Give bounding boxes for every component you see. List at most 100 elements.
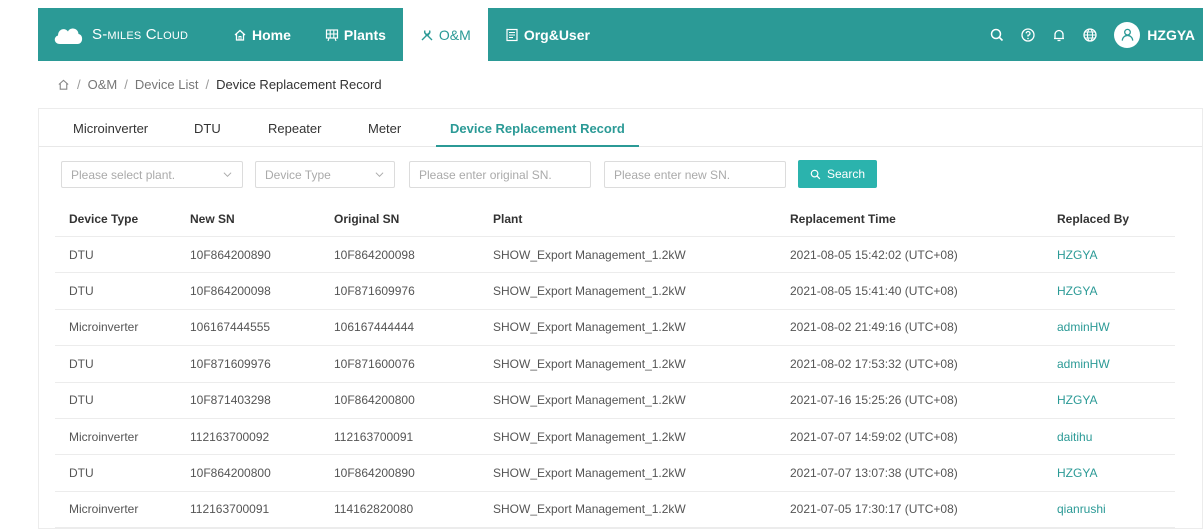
- cell-plant: SHOW_Export Management_1.2kW: [493, 466, 686, 481]
- search-button-label: Search: [826, 167, 866, 181]
- cell-device-type: DTU: [69, 284, 94, 299]
- cell-original-sn: 10F864200800: [334, 393, 415, 408]
- brand-name: S-miles Cloud: [92, 26, 189, 43]
- cloud-icon: [54, 28, 83, 44]
- plant-select-placeholder: Please select plant.: [71, 167, 176, 182]
- cell-device-type: DTU: [69, 247, 94, 262]
- cell-plant: SHOW_Export Management_1.2kW: [493, 502, 686, 517]
- search-icon: [810, 169, 821, 179]
- cell-new-sn: 10F864200098: [190, 284, 271, 299]
- tab-dtu[interactable]: DTU: [194, 109, 221, 147]
- cell-new-sn: 10F871609976: [190, 356, 271, 371]
- cell-new-sn: 10F864200800: [190, 466, 271, 481]
- cell-original-sn: 10F871609976: [334, 284, 415, 299]
- tab-repeater[interactable]: Repeater: [268, 109, 321, 147]
- cell-replaced-by[interactable]: HZGYA: [1057, 383, 1097, 418]
- column-header-replacement-time: Replacement Time: [790, 211, 896, 226]
- table-row[interactable]: Microinverter 106167444555 106167444444 SHO…: [55, 310, 1175, 347]
- top-nav-bar: S-miles Cloud Home Plants O&M Org&User H…: [38, 8, 1203, 61]
- bell-icon[interactable]: [1051, 27, 1067, 43]
- tab-device-replacement-record[interactable]: Device Replacement Record: [436, 109, 639, 147]
- cell-original-sn: 106167444444: [334, 320, 415, 335]
- cell-new-sn: 10F864200890: [190, 247, 271, 262]
- cell-replacement-time: 2021-08-05 15:42:02 (UTC+08): [790, 247, 958, 262]
- cell-new-sn: 112163700092: [190, 429, 270, 444]
- table-row[interactable]: DTU 10F871609976 10F871600076 SHOW_Export M…: [55, 346, 1175, 383]
- cell-replacement-time: 2021-08-02 17:53:32 (UTC+08): [790, 356, 958, 371]
- table-row[interactable]: DTU 10F864200890 10F864200098 SHOW_Export M…: [55, 237, 1175, 274]
- cell-original-sn: 10F864200098: [334, 247, 415, 262]
- plant-select[interactable]: Please select plant.: [61, 161, 243, 188]
- table-row[interactable]: Microinverter 112163700091 114162820080 SHO…: [55, 492, 1175, 529]
- cell-plant: SHOW_Export Management_1.2kW: [493, 284, 686, 299]
- main-panel: Microinverter DTU Repeater Meter Device …: [38, 108, 1203, 529]
- column-header-replaced-by: Replaced By: [1057, 211, 1130, 226]
- breadcrumb-separator: /: [205, 76, 210, 92]
- cell-device-type: DTU: [69, 466, 94, 481]
- table-row[interactable]: DTU 10F864200098 10F871609976 SHOW_Export M…: [55, 273, 1175, 310]
- home-icon[interactable]: [57, 78, 70, 91]
- nav-org-user-label: Org&User: [523, 26, 590, 43]
- cell-replaced-by[interactable]: HZGYA: [1057, 237, 1097, 272]
- globe-icon[interactable]: [1082, 27, 1098, 43]
- breadcrumb-separator: /: [77, 76, 81, 92]
- cell-original-sn: 10F871600076: [334, 356, 415, 371]
- tab-microinverter[interactable]: Microinverter: [73, 109, 148, 147]
- new-sn-field[interactable]: [604, 161, 786, 188]
- cell-plant: SHOW_Export Management_1.2kW: [493, 247, 686, 262]
- username[interactable]: HZGYA: [1147, 27, 1195, 43]
- nav-home[interactable]: Home: [216, 8, 308, 61]
- cell-replaced-by[interactable]: daitihu: [1057, 419, 1092, 454]
- device-tabs: Microinverter DTU Repeater Meter Device …: [39, 109, 1202, 147]
- cell-original-sn: 112163700091: [334, 429, 414, 444]
- cell-replaced-by[interactable]: adminHW: [1057, 310, 1110, 345]
- cell-plant: SHOW_Export Management_1.2kW: [493, 429, 686, 444]
- tab-meter[interactable]: Meter: [368, 109, 401, 147]
- column-header-original-sn: Original SN: [334, 211, 400, 226]
- cell-device-type: Microinverter: [69, 429, 139, 444]
- breadcrumb-separator: /: [124, 76, 128, 92]
- cell-replaced-by[interactable]: adminHW: [1057, 346, 1110, 381]
- new-sn-input[interactable]: [614, 167, 785, 182]
- main-nav: Home Plants O&M Org&User: [216, 8, 607, 61]
- home-icon: [233, 28, 247, 42]
- cell-replaced-by[interactable]: HZGYA: [1057, 273, 1097, 308]
- cell-replacement-time: 2021-07-07 14:59:02 (UTC+08): [790, 429, 958, 444]
- original-sn-field[interactable]: [409, 161, 591, 188]
- cell-plant: SHOW_Export Management_1.2kW: [493, 356, 686, 371]
- cell-replaced-by[interactable]: qianrushi: [1057, 492, 1106, 527]
- search-button[interactable]: Search: [798, 160, 877, 188]
- nav-om-label: O&M: [438, 26, 471, 43]
- breadcrumb: / O&M / Device List / Device Replacement…: [57, 75, 382, 93]
- cell-plant: SHOW_Export Management_1.2kW: [493, 393, 686, 408]
- nav-org-user[interactable]: Org&User: [488, 8, 607, 61]
- avatar[interactable]: [1114, 21, 1141, 48]
- cell-device-type: Microinverter: [69, 502, 139, 517]
- cell-replacement-time: 2021-07-16 15:25:26 (UTC+08): [790, 393, 958, 408]
- org-icon: [505, 28, 519, 42]
- tools-icon: [420, 28, 434, 42]
- cell-device-type: DTU: [69, 356, 94, 371]
- device-type-select[interactable]: Device Type: [255, 161, 395, 188]
- user-icon: [1121, 28, 1134, 41]
- help-icon[interactable]: [1020, 27, 1036, 43]
- cell-replaced-by[interactable]: HZGYA: [1057, 455, 1097, 490]
- breadcrumb-current: Device Replacement Record: [216, 76, 382, 92]
- table-row[interactable]: DTU 10F871403298 10F864200800 SHOW_Export M…: [55, 383, 1175, 419]
- nav-om[interactable]: O&M: [402, 8, 488, 61]
- breadcrumb-om[interactable]: O&M: [88, 77, 118, 92]
- nav-plants[interactable]: Plants: [308, 8, 403, 61]
- column-header-plant: Plant: [493, 211, 523, 226]
- table-row[interactable]: DTU 10F864200800 10F864200890 SHOW_Export M…: [55, 455, 1175, 492]
- cell-original-sn: 10F864200890: [334, 466, 415, 481]
- table-row[interactable]: Microinverter 112163700092 112163700091 SHO…: [55, 419, 1175, 456]
- column-header-new-sn: New SN: [190, 211, 235, 226]
- chevron-down-icon: [375, 172, 384, 178]
- cell-device-type: DTU: [69, 393, 94, 408]
- breadcrumb-device-list[interactable]: Device List: [135, 77, 199, 92]
- cell-replacement-time: 2021-07-05 17:30:17 (UTC+08): [790, 502, 958, 517]
- search-icon[interactable]: [989, 27, 1005, 43]
- table-header-row: Device Type New SN Original SN Plant Rep…: [55, 201, 1175, 237]
- original-sn-input[interactable]: [419, 167, 590, 182]
- brand-logo[interactable]: S-miles Cloud: [38, 8, 216, 61]
